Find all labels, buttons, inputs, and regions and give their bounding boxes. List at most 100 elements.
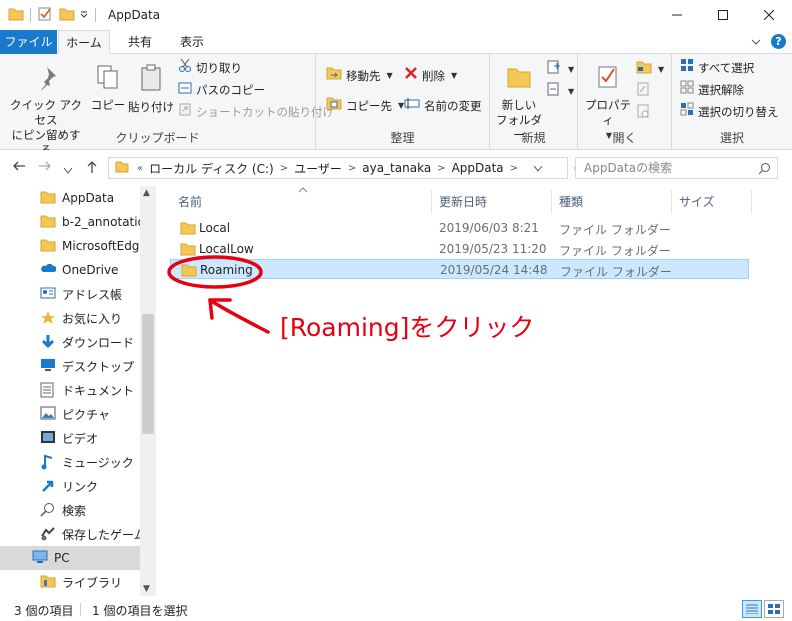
sidebar-item[interactable]: OneDrive <box>0 258 140 282</box>
document-icon <box>40 382 54 401</box>
cut-button[interactable]: 切り取り <box>178 58 242 78</box>
delete-button[interactable]: 削除 ▼ <box>404 66 457 86</box>
sidebar-item[interactable]: 保存したゲーム <box>0 522 140 546</box>
chevron-down-icon[interactable] <box>63 162 73 178</box>
nav-scrollbar[interactable]: ▲ ▼ <box>140 186 156 596</box>
paste-shortcut-button[interactable]: ショートカットの貼り付け <box>178 102 334 122</box>
breadcrumb-overflow[interactable]: « <box>137 163 143 174</box>
chevron-down-icon[interactable] <box>79 8 89 22</box>
address-bar[interactable]: « ローカル ディスク (C:) > ユーザー > aya_tanaka > A… <box>108 157 586 179</box>
minimize-button[interactable] <box>654 0 700 30</box>
maximize-button[interactable] <box>700 0 746 30</box>
sidebar-item[interactable]: PC <box>0 546 140 570</box>
details-view-button[interactable] <box>742 600 762 618</box>
sidebar-item[interactable]: デスクトップ <box>0 354 140 378</box>
status-bar: 3 個の項目 1 個の項目を選択 <box>0 598 792 621</box>
file-name: Roaming <box>200 263 253 277</box>
pin-label-line1: クイック アクセス <box>9 98 83 127</box>
rename-button[interactable]: 名前の変更 <box>404 96 482 116</box>
library-icon <box>40 574 56 591</box>
copy-to-button[interactable]: コピー先 ▼ <box>326 96 404 116</box>
open-button[interactable]: ▼ <box>636 60 664 80</box>
organize-group-label: 整理 <box>390 131 415 145</box>
sidebar-item[interactable]: ライブラリ <box>0 570 140 594</box>
breadcrumb-users[interactable]: ユーザー <box>294 160 342 177</box>
help-icon[interactable]: ? <box>771 34 786 49</box>
chevron-right-icon[interactable]: > <box>348 163 356 174</box>
back-arrow-icon[interactable] <box>12 160 26 176</box>
paste-label: 貼り付け <box>128 100 174 114</box>
scrollbar-thumb[interactable] <box>142 314 154 434</box>
item-count: 3 個の項目 <box>14 604 74 618</box>
sidebar-item[interactable]: ピクチャ <box>0 402 140 426</box>
chevron-down-icon[interactable] <box>751 35 761 49</box>
select-none-button[interactable]: 選択解除 <box>680 80 744 100</box>
copy-button[interactable]: コピー <box>90 64 126 113</box>
sidebar-item[interactable]: ミュージック <box>0 450 140 474</box>
select-all-button[interactable]: すべて選択 <box>680 58 754 78</box>
file-type: ファイル フォルダー <box>559 244 671 258</box>
column-header-name[interactable]: 名前 <box>178 190 202 214</box>
chevron-down-icon[interactable] <box>533 161 543 175</box>
copy-path-button[interactable]: パスのコピー <box>178 80 265 100</box>
up-arrow-icon[interactable] <box>86 160 98 178</box>
table-row[interactable]: Local 2019/06/03 8:21 ファイル フォルダー <box>170 218 749 238</box>
invert-selection-button[interactable]: 選択の切り替え <box>680 102 779 122</box>
sidebar-item-label: b-2_annotation <box>62 215 140 229</box>
large-icons-view-button[interactable] <box>764 600 784 618</box>
sidebar-item-label: デスクトップ <box>62 359 135 374</box>
sidebar-item[interactable]: b-2_annotation <box>0 210 140 234</box>
chevron-right-icon[interactable]: > <box>510 163 518 174</box>
column-header-type[interactable]: 種類 <box>559 190 583 214</box>
sidebar-item-label: リンク <box>62 479 99 494</box>
search-input[interactable]: AppDataの検索 <box>575 157 778 179</box>
sidebar-item[interactable]: 検索 <box>0 498 140 522</box>
edit-button[interactable] <box>636 82 650 102</box>
forward-arrow-icon[interactable] <box>38 160 52 176</box>
sidebar-item[interactable]: AppData <box>0 186 140 210</box>
column-divider[interactable] <box>431 190 432 214</box>
rename-icon <box>404 96 420 116</box>
title-bar: AppData <box>0 0 792 30</box>
sidebar-item[interactable]: お気に入り <box>0 306 140 330</box>
column-divider[interactable] <box>551 190 552 214</box>
new-folder-icon[interactable] <box>59 7 75 24</box>
chevron-down-icon[interactable]: ▼ <box>143 584 150 594</box>
tab-share[interactable]: 共有 <box>118 30 162 54</box>
column-divider[interactable] <box>751 190 752 214</box>
file-modified: 2019/05/23 11:20 <box>439 242 547 256</box>
tab-file[interactable]: ファイル <box>0 30 57 54</box>
history-button[interactable] <box>636 104 650 124</box>
table-row[interactable]: LocalLow 2019/05/23 11:20 ファイル フォルダー <box>170 239 749 259</box>
edit-icon <box>636 82 650 102</box>
sidebar-item[interactable]: ビデオ <box>0 426 140 450</box>
breadcrumb-user[interactable]: aya_tanaka <box>362 161 431 175</box>
chevron-right-icon[interactable]: > <box>280 163 288 174</box>
sidebar-item-label: ドキュメント <box>62 383 135 398</box>
breadcrumb-local-disk[interactable]: ローカル ディスク (C:) <box>149 160 274 177</box>
ribbon: クイック アクセス にピン留めする コピー 貼り付け 切り取り パスのコピー シ… <box>0 54 792 157</box>
properties-check-icon[interactable] <box>37 6 53 25</box>
search-icon <box>758 161 771 181</box>
breadcrumb-appdata[interactable]: AppData <box>452 161 504 175</box>
sidebar-item[interactable]: アドレス帳 <box>0 282 140 306</box>
chevron-up-icon[interactable]: ▲ <box>143 188 150 198</box>
folder-icon <box>180 242 196 259</box>
easy-access-button[interactable]: ▼ <box>546 82 574 102</box>
move-to-button[interactable]: 移動先 ▼ <box>326 66 393 86</box>
column-header-size[interactable]: サイズ <box>679 190 715 214</box>
tab-view[interactable]: 表示 <box>170 30 214 54</box>
sidebar-item[interactable]: ダウンロード <box>0 330 140 354</box>
sidebar-item[interactable]: ドキュメント <box>0 378 140 402</box>
new-item-button[interactable]: ▼ <box>546 60 574 80</box>
column-header-modified[interactable]: 更新日時 <box>439 190 487 214</box>
sidebar-item[interactable]: リンク <box>0 474 140 498</box>
chevron-right-icon[interactable]: > <box>437 163 445 174</box>
table-row-selected[interactable]: Roaming 2019/05/24 14:48 ファイル フォルダー <box>170 259 749 279</box>
paste-icon <box>128 64 174 96</box>
column-divider[interactable] <box>671 190 672 214</box>
close-button[interactable] <box>746 0 792 30</box>
tab-home[interactable]: ホーム <box>58 30 110 55</box>
sidebar-item[interactable]: MicrosoftEdge <box>0 234 140 258</box>
paste-button[interactable]: 貼り付け <box>128 64 174 115</box>
